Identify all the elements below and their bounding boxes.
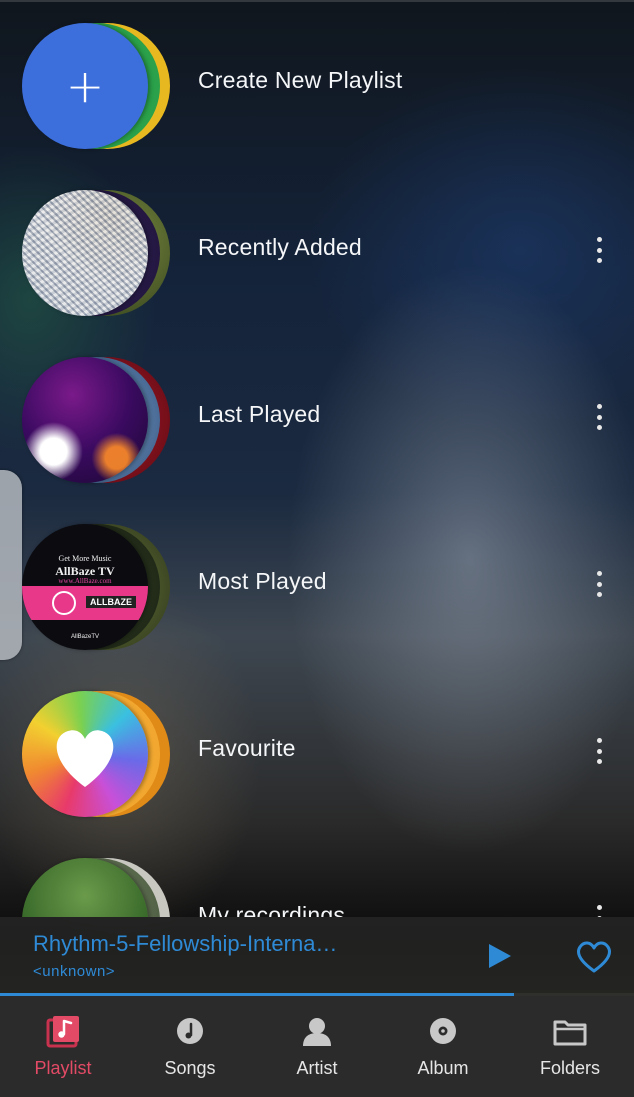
art-text: Get More Music bbox=[58, 554, 112, 563]
tab-label: Playlist bbox=[34, 1058, 92, 1078]
playlist-label: Most Played bbox=[198, 568, 327, 594]
tab-label: Folders bbox=[539, 1058, 601, 1078]
art-text: ALLBAZE bbox=[86, 596, 136, 608]
more-options-icon[interactable] bbox=[586, 567, 612, 601]
artist-icon bbox=[303, 1018, 331, 1046]
playlist-art bbox=[22, 357, 172, 483]
tab-playlist[interactable]: Playlist bbox=[0, 996, 126, 1097]
favourite-icon[interactable] bbox=[574, 939, 614, 975]
playlist-art bbox=[22, 190, 172, 316]
playlist-row-last-played[interactable]: Last Played bbox=[0, 334, 634, 501]
tab-label: Album bbox=[417, 1058, 469, 1078]
heart-icon bbox=[56, 730, 114, 787]
now-playing-bar[interactable]: Rhythm-5-Fellowship-Interna… <unknown> bbox=[0, 917, 634, 997]
art-banner: ALLBAZE bbox=[22, 586, 148, 620]
folder-icon bbox=[553, 1020, 587, 1046]
art-text: AllBazeTV bbox=[70, 634, 99, 640]
playlist-label: Recently Added bbox=[198, 234, 362, 260]
playlist-label: My recordings bbox=[198, 902, 346, 917]
tab-label: Artist bbox=[296, 1058, 338, 1078]
create-playlist-button[interactable]: + bbox=[22, 23, 172, 149]
playlist-row-my-recordings[interactable]: My recordings bbox=[0, 835, 634, 917]
disc-front: + bbox=[22, 23, 148, 149]
now-playing-artist: <unknown> bbox=[33, 963, 116, 980]
album-art-most-played: Get More Music AllBaze TV www.AllBaze.co… bbox=[22, 524, 148, 650]
more-options-icon[interactable] bbox=[586, 400, 612, 434]
tab-folders[interactable]: Folders bbox=[507, 996, 633, 1097]
more-options-icon[interactable] bbox=[586, 734, 612, 768]
playlist-row-recently-added[interactable]: Recently Added bbox=[0, 167, 634, 334]
album-art-recently-added bbox=[22, 190, 148, 316]
playlist-label: Favourite bbox=[198, 735, 296, 761]
bottom-navigation: Playlist Songs Artist Album Folders bbox=[0, 996, 634, 1097]
tab-label: Songs bbox=[164, 1058, 216, 1078]
playlist-art bbox=[22, 858, 172, 917]
playlist-art bbox=[22, 691, 172, 817]
more-options-icon[interactable] bbox=[586, 233, 612, 267]
tab-artist[interactable]: Artist bbox=[254, 996, 380, 1097]
art-text: www.AllBaze.com bbox=[58, 577, 112, 585]
create-playlist-row[interactable]: + Create New Playlist bbox=[0, 0, 634, 167]
tab-album[interactable]: Album bbox=[380, 996, 506, 1097]
logo-icon bbox=[52, 591, 76, 615]
plus-icon: + bbox=[65, 59, 105, 113]
album-icon bbox=[430, 1018, 456, 1044]
song-icon bbox=[177, 1018, 203, 1044]
album-art-favourite bbox=[22, 691, 148, 817]
now-playing-title: Rhythm-5-Fellowship-Interna… bbox=[33, 931, 338, 956]
playlist-row-most-played[interactable]: Get More Music AllBaze TV www.AllBaze.co… bbox=[0, 501, 634, 668]
playlist-art: Get More Music AllBaze TV www.AllBaze.co… bbox=[22, 524, 172, 650]
playlist-list: + Create New Playlist Recently Added Las… bbox=[0, 0, 634, 917]
edge-panel-handle[interactable] bbox=[0, 470, 22, 660]
tab-songs[interactable]: Songs bbox=[127, 996, 253, 1097]
album-art-last-played bbox=[22, 357, 148, 483]
playlist-label: Create New Playlist bbox=[198, 67, 403, 93]
playlist-row-favourite[interactable]: Favourite bbox=[0, 668, 634, 835]
playlist-label: Last Played bbox=[198, 401, 321, 427]
play-icon[interactable] bbox=[484, 941, 514, 971]
more-options-icon[interactable] bbox=[586, 901, 612, 917]
playlist-icon bbox=[46, 1016, 79, 1048]
